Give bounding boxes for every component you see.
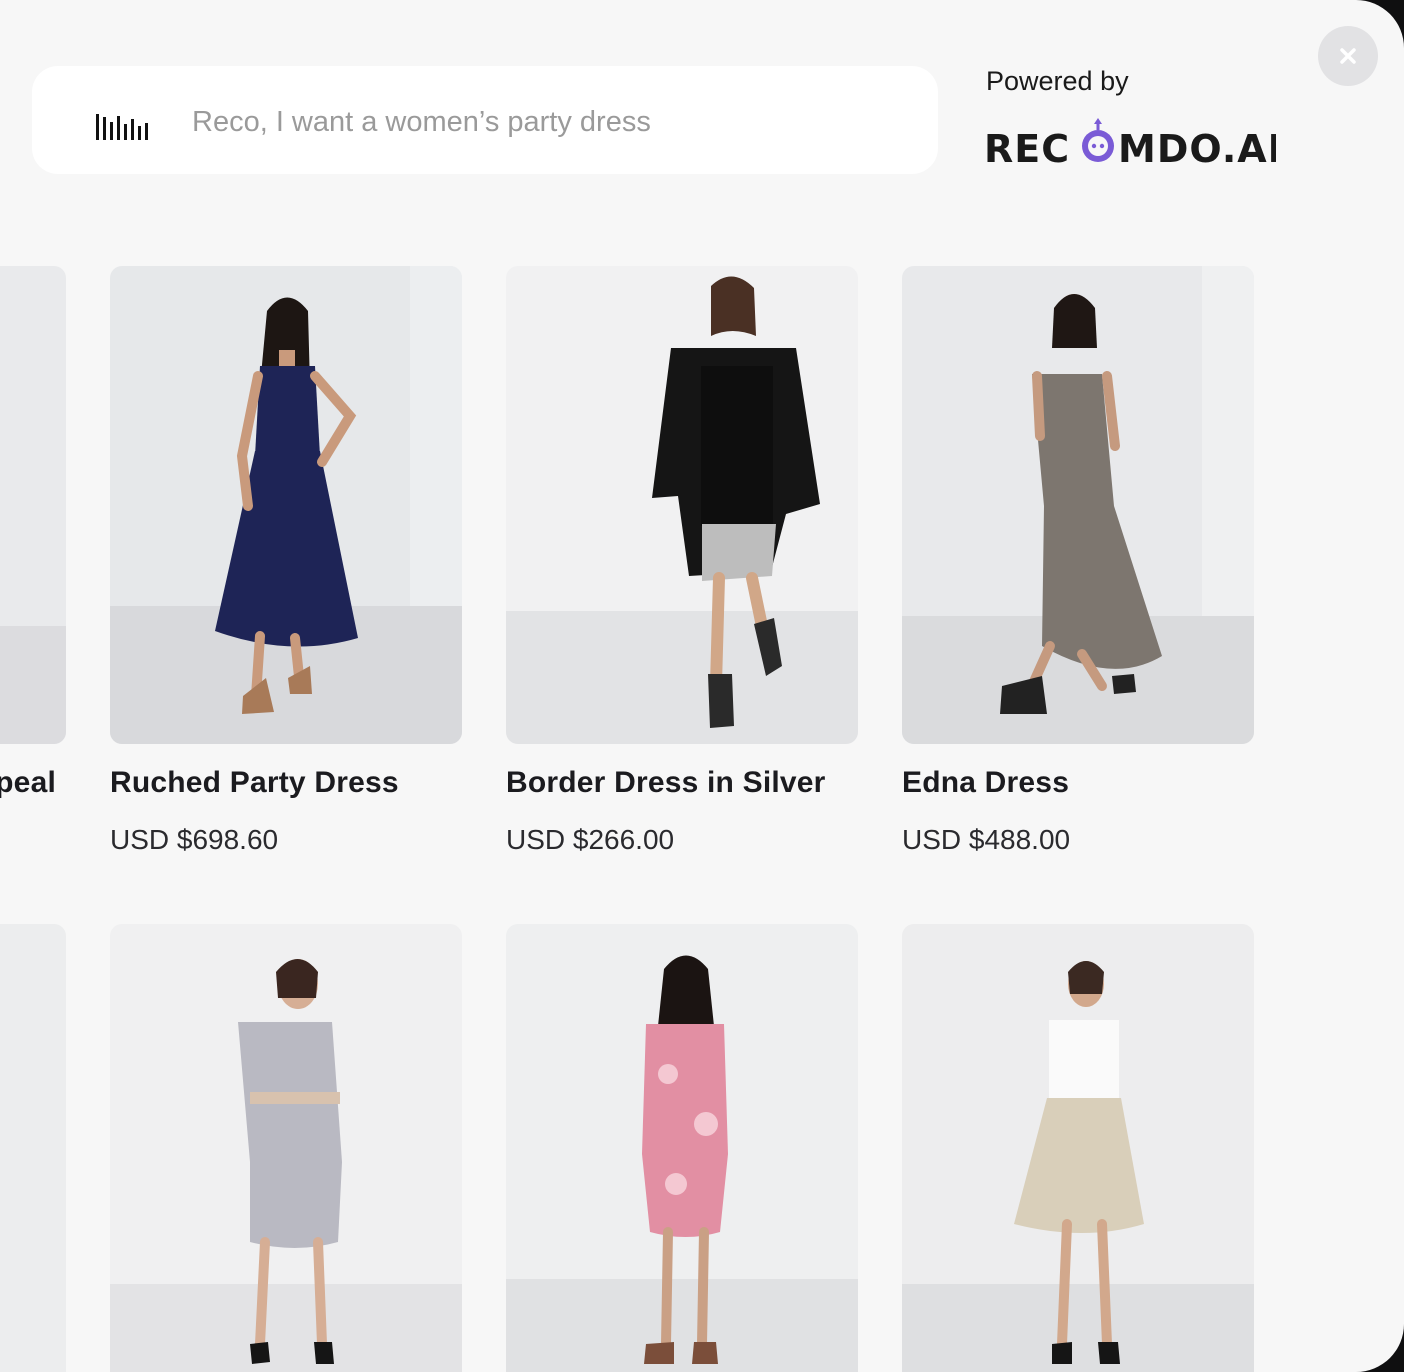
product-card[interactable]: Ruched Party Dress USD $698.60: [110, 266, 462, 855]
product-card[interactable]: Edna Dress USD $488.00: [902, 266, 1254, 855]
product-price: USD $488.00: [902, 824, 1071, 855]
product-card[interactable]: [110, 924, 462, 1372]
product-name[interactable]: peal: [0, 766, 56, 800]
product-card[interactable]: [506, 924, 858, 1372]
product-image[interactable]: [0, 924, 66, 1372]
product-image[interactable]: [110, 266, 462, 744]
product-name[interactable]: Edna Dress: [902, 766, 1069, 800]
product-name[interactable]: Ruched Party Dress: [110, 766, 399, 800]
product-price: USD $698.60: [110, 824, 279, 855]
product-name[interactable]: Border Dress in Silver: [506, 766, 826, 800]
close-icon: [1340, 48, 1356, 64]
product-price: USD $266.00: [506, 824, 675, 855]
close-button[interactable]: [1318, 26, 1378, 86]
product-image[interactable]: [0, 266, 66, 744]
voice-waveform-icon[interactable]: [96, 114, 150, 140]
powered-by-label: Powered by: [986, 66, 1129, 96]
svg-text:REC: REC: [984, 127, 1070, 171]
recomdo-logo: REC MDO.AI: [984, 118, 1276, 171]
search-input[interactable]: [192, 100, 912, 144]
product-image[interactable]: [506, 266, 858, 744]
product-image[interactable]: [902, 924, 1254, 1372]
product-image[interactable]: [110, 924, 462, 1372]
svg-text:MDO.AI: MDO.AI: [1118, 127, 1276, 171]
product-card[interactable]: Border Dress in Silver USD $266.00: [506, 266, 858, 855]
product-image[interactable]: [506, 924, 858, 1372]
recommendation-panel: Powered by REC MDO.AI peal: [0, 0, 1404, 1372]
product-card[interactable]: [0, 924, 66, 1372]
product-card[interactable]: peal: [0, 266, 66, 799]
product-card[interactable]: [902, 924, 1254, 1372]
product-image[interactable]: [902, 266, 1254, 744]
